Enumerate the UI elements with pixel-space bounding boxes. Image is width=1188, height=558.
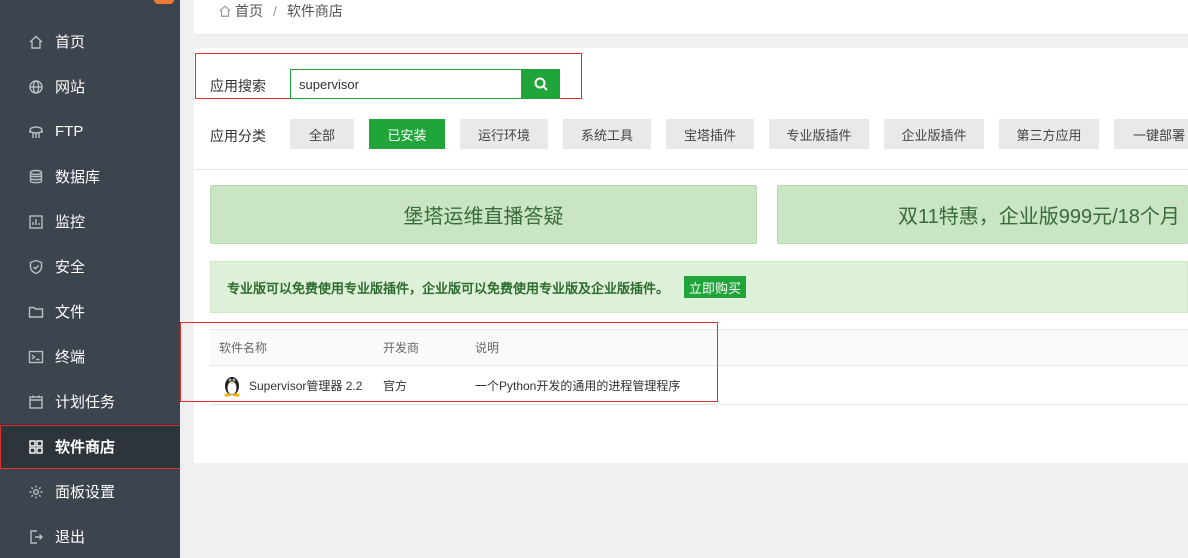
database-icon (27, 168, 45, 186)
search-input[interactable] (290, 69, 522, 99)
sidebar-item-label: 网站 (55, 79, 86, 96)
home-icon (219, 5, 231, 17)
software-name-cell: Supervisor管理器 2.2 (221, 366, 362, 404)
category-installed[interactable]: 已安装 (369, 119, 445, 149)
table-header: 软件名称 开发商 说明 (210, 329, 1188, 366)
monitor-icon (27, 213, 45, 231)
sidebar-item-panel-settings[interactable]: 面板设置 (0, 469, 180, 514)
software-store-panel: 应用搜索 应用分类 全部 已安装 运行环境 系统工具 宝塔插件 专业版插件 企业… (180, 48, 1188, 463)
sidebar-item-label: 面板设置 (55, 484, 116, 501)
category-third-party[interactable]: 第三方应用 (999, 119, 1099, 149)
notice-text: 专业版可以免费使用专业版插件，企业版可以免费使用专业版及企业版插件。 (227, 280, 670, 296)
category-system-tools[interactable]: 系统工具 (563, 119, 651, 149)
search-label: 应用搜索 (210, 78, 266, 94)
sidebar-item-label: 软件商店 (55, 439, 116, 456)
folder-icon (27, 303, 45, 321)
notification-badge[interactable] (154, 0, 174, 4)
sidebar-item-cron[interactable]: 计划任务 (0, 379, 180, 424)
tux-penguin-icon (224, 377, 240, 397)
sidebar-item-website[interactable]: 网站 (0, 64, 180, 109)
category-pro-plugins[interactable]: 专业版插件 (769, 119, 869, 149)
software-description: 一个Python开发的通用的进程管理程序 (475, 378, 681, 393)
breadcrumb-separator: / (273, 3, 277, 19)
sidebar-item-label: FTP (55, 123, 84, 140)
breadcrumb-home-link[interactable]: 首页 (235, 1, 263, 21)
breadcrumb-bar: 首页 / 软件商店 (194, 0, 1188, 35)
divider (194, 169, 1188, 170)
search-icon (534, 77, 548, 91)
category-label: 应用分类 (210, 128, 266, 144)
header-description: 说明 (475, 341, 500, 355)
category-bt-plugins[interactable]: 宝塔插件 (666, 119, 754, 149)
sidebar-item-software-store[interactable]: 软件商店 (0, 424, 180, 469)
sidebar-item-label: 退出 (55, 529, 86, 546)
sidebar-item-home[interactable]: 首页 (0, 19, 180, 64)
banner-promo[interactable]: 双11特惠，企业版999元/18个月 (777, 185, 1188, 244)
sidebar-item-files[interactable]: 文件 (0, 289, 180, 334)
banner-live-qa[interactable]: 堡塔运维直播答疑 (210, 185, 757, 244)
calendar-icon (27, 393, 45, 411)
terminal-icon (27, 348, 45, 366)
breadcrumb: 首页 / 软件商店 (218, 1, 343, 21)
shield-icon (27, 258, 45, 276)
category-enterprise-plugins[interactable]: 企业版插件 (884, 119, 984, 149)
globe-icon (27, 78, 45, 96)
sidebar: 首页 网站 FTP 数据库 监控 安全 文件 终端 计划任务 软件商店 面板设置 (0, 0, 180, 558)
sidebar-item-label: 数据库 (55, 169, 101, 186)
sidebar-item-monitor[interactable]: 监控 (0, 199, 180, 244)
header-name: 软件名称 (219, 341, 268, 355)
grid-icon (27, 438, 45, 456)
sidebar-item-database[interactable]: 数据库 (0, 154, 180, 199)
sidebar-item-terminal[interactable]: 终端 (0, 334, 180, 379)
search-button[interactable] (521, 69, 560, 99)
software-table: 软件名称 开发商 说明 Supervisor管理器 2.2 官方 一个Pytho… (210, 329, 1188, 405)
software-name: Supervisor管理器 2.2 (249, 378, 363, 393)
category-all[interactable]: 全部 (290, 119, 354, 149)
pro-notice: 专业版可以免费使用专业版插件，企业版可以免费使用专业版及企业版插件。 立即购买 (210, 261, 1188, 313)
category-runtime[interactable]: 运行环境 (460, 119, 548, 149)
sidebar-item-label: 安全 (55, 259, 86, 276)
logout-icon (27, 528, 45, 546)
table-row[interactable]: Supervisor管理器 2.2 官方 一个Python开发的通用的进程管理程… (210, 366, 1188, 405)
buy-now-button[interactable]: 立即购买 (684, 276, 747, 298)
sidebar-item-security[interactable]: 安全 (0, 244, 180, 289)
gear-icon (27, 483, 45, 501)
logo (10, 0, 34, 4)
sidebar-item-label: 监控 (55, 214, 86, 231)
software-developer: 官方 (383, 378, 408, 393)
category-one-click-deploy[interactable]: 一键部署 (1114, 119, 1188, 149)
sidebar-item-label: 文件 (55, 304, 86, 321)
ftp-icon (27, 123, 45, 141)
sidebar-item-label: 计划任务 (55, 394, 116, 411)
home-icon (27, 33, 45, 51)
breadcrumb-current: 软件商店 (286, 3, 343, 19)
sidebar-item-label: 首页 (55, 34, 86, 51)
sidebar-item-ftp[interactable]: FTP (0, 109, 180, 154)
sidebar-item-logout[interactable]: 退出 (0, 514, 180, 558)
header-developer: 开发商 (383, 341, 420, 355)
sidebar-item-label: 终端 (55, 349, 86, 366)
